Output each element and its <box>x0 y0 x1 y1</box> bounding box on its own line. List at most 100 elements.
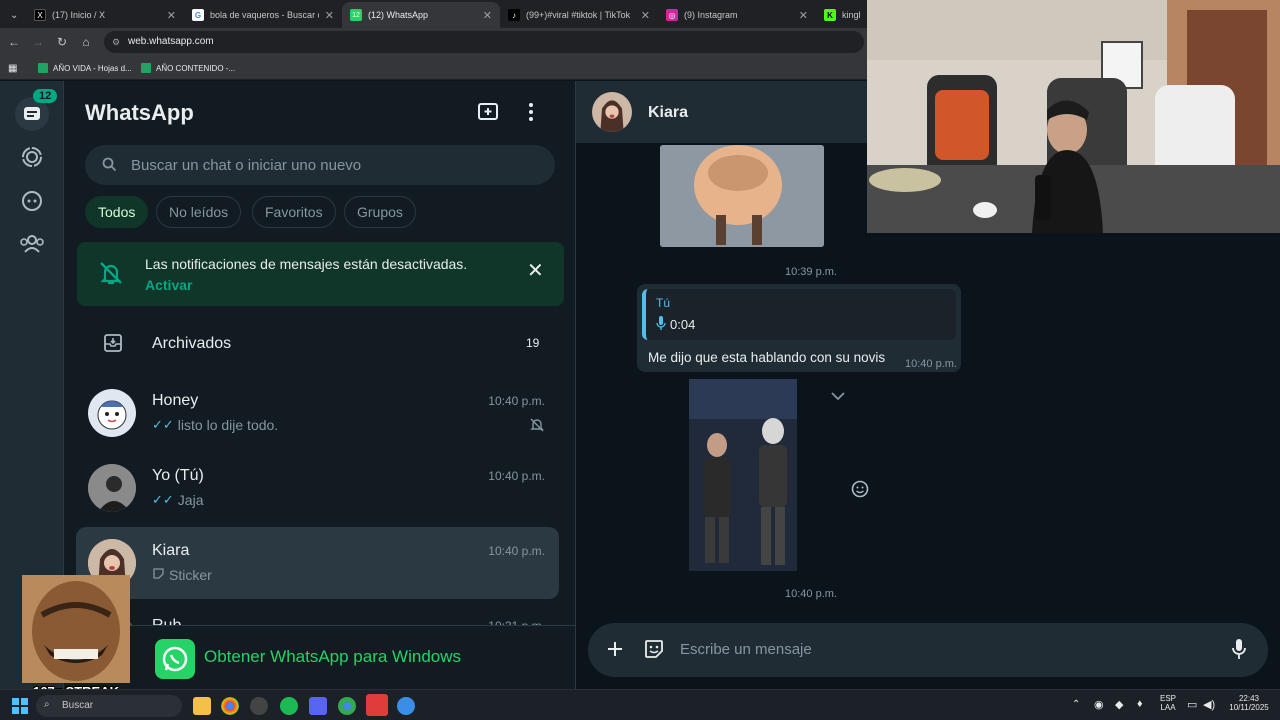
tab-x[interactable]: X (17) Inicio / X ✕ <box>26 2 184 28</box>
filter-grupos[interactable]: Grupos <box>344 196 416 228</box>
sticker-emoji-icon[interactable] <box>643 638 665 665</box>
whatsapp-icon: 12 <box>350 9 362 21</box>
message-time: 10:40 p.m. <box>905 358 957 370</box>
taskbar-search-label: Buscar <box>62 700 94 711</box>
globe-icon[interactable] <box>397 697 415 715</box>
time-separator: 10:39 p.m. <box>779 264 843 280</box>
communities-icon[interactable] <box>17 229 47 259</box>
image-message[interactable] <box>660 145 824 247</box>
audio-duration: 0:04 <box>670 317 696 332</box>
app-title: WhatsApp <box>85 100 194 125</box>
network-icon[interactable]: ▭ <box>1187 698 1197 711</box>
quoted-reply[interactable]: Tú 0:04 <box>642 289 956 340</box>
sheets-icon <box>141 63 151 73</box>
message-bubble[interactable]: Tú 0:04 Me dijo que esta hablando con su… <box>637 284 961 372</box>
chat-row-yo[interactable]: Yo (Tú) 10:40 p.m. ✓✓ Jaja <box>76 452 559 524</box>
chat-time: 10:40 p.m. <box>488 469 545 483</box>
file-explorer-icon[interactable] <box>193 697 211 715</box>
spotify-icon[interactable] <box>280 697 298 715</box>
url-text: web.whatsapp.com <box>128 36 214 47</box>
chat-name: Honey <box>152 392 199 409</box>
tab-instagram[interactable]: ◎ (9) Instagram ✕ <box>658 2 816 28</box>
activate-link[interactable]: Activar <box>145 277 192 293</box>
sheets-icon <box>38 63 48 73</box>
tab-whatsapp[interactable]: 12 (12) WhatsApp ✕ <box>342 2 500 28</box>
status-icon[interactable] <box>17 142 47 172</box>
tab-kick[interactable]: K kingleo <box>816 2 868 28</box>
archived-label: Archivados <box>152 335 232 352</box>
contact-name: Kiara <box>648 104 689 121</box>
archive-icon <box>103 333 123 358</box>
tab-search-button[interactable]: ⌄ <box>2 2 24 28</box>
menu-icon[interactable] <box>528 102 544 124</box>
obs-icon[interactable] <box>250 697 268 715</box>
close-icon[interactable]: ✕ <box>167 9 176 22</box>
attach-plus-icon[interactable] <box>606 640 624 663</box>
quoted-author: Tú <box>656 296 671 310</box>
avatar <box>88 389 136 437</box>
close-icon[interactable]: ✕ <box>325 9 334 22</box>
channels-icon[interactable] <box>17 186 47 216</box>
home-icon[interactable]: ⌂ <box>78 34 94 50</box>
bookmark-item[interactable]: AÑO CONTENIDO -... <box>141 60 235 76</box>
taskbar-search[interactable]: ⌕ Buscar <box>36 695 182 717</box>
filter-no-leidos[interactable]: No leídos <box>156 196 242 228</box>
video-message[interactable] <box>689 379 797 571</box>
tiktok-icon: ♪ <box>508 9 520 21</box>
volume-icon[interactable]: ◀) <box>1203 698 1215 711</box>
message-composer[interactable]: Escribe un mensaje <box>588 623 1268 677</box>
chat-row-kiara[interactable]: Kiara 10:40 p.m. Sticker <box>76 527 559 599</box>
streak-overlay: 167x STREAK <box>22 575 130 700</box>
new-chat-icon[interactable] <box>477 102 501 124</box>
chat-preview-text: listo lo dije todo. <box>177 417 279 433</box>
browser-icon[interactable] <box>338 697 356 715</box>
search-input[interactable]: Buscar un chat o iniciar uno nuevo <box>85 145 555 185</box>
site-info-icon[interactable]: ⚙ <box>112 31 120 53</box>
search-icon: ⌕ <box>44 699 50 710</box>
message-input[interactable]: Escribe un mensaje <box>680 641 812 658</box>
chat-preview-text: Jaja <box>177 492 204 508</box>
filter-todos[interactable]: Todos <box>85 196 149 228</box>
filter-favoritos[interactable]: Favoritos <box>252 196 336 228</box>
unread-badge: 12 <box>33 89 58 103</box>
emoji-reaction-icon[interactable] <box>851 480 869 503</box>
tab-google[interactable]: G bola de vaqueros - Buscar con Google ✕ <box>184 2 342 28</box>
forward-icon[interactable]: → <box>30 34 46 50</box>
close-icon[interactable]: ✕ <box>799 9 808 22</box>
reload-icon[interactable]: ↻ <box>54 34 70 50</box>
x-icon: X <box>34 9 46 21</box>
apps-grid-icon[interactable]: ▦ <box>8 60 17 76</box>
tray-app-icon[interactable]: ◆ <box>1115 698 1123 711</box>
discord-icon[interactable] <box>309 697 327 715</box>
bookmark-item[interactable]: AÑO VIDA - Hojas d... <box>38 60 132 76</box>
get-app-banner[interactable]: Obtener WhatsApp para Windows <box>64 625 575 689</box>
app-icon[interactable] <box>366 694 388 716</box>
tray-app-icon[interactable]: ◉ <box>1094 698 1104 711</box>
language-indicator[interactable]: ESP LAA <box>1158 694 1178 712</box>
streak-avatar <box>22 575 130 683</box>
chat-preview-text: Sticker <box>169 567 212 583</box>
back-icon[interactable]: ← <box>6 34 22 50</box>
contact-avatar[interactable] <box>592 92 632 132</box>
chevron-down-icon[interactable] <box>830 388 846 406</box>
archived-row[interactable]: Archivados 19 <box>64 317 575 369</box>
close-icon[interactable]: ✕ <box>641 9 650 22</box>
chevron-up-icon[interactable]: ⌃ <box>1072 699 1080 710</box>
bookmark-label: AÑO VIDA - Hojas d... <box>53 63 132 73</box>
chat-time: 10:40 p.m. <box>488 544 545 558</box>
clock[interactable]: 22:43 10/11/2025 <box>1224 694 1274 712</box>
tab-tiktok[interactable]: ♪ (99+)#viral #tiktok | TikTok ✕ <box>500 2 658 28</box>
chrome-icon[interactable] <box>221 697 239 715</box>
windows-start-icon[interactable] <box>12 698 28 719</box>
tab-label: (12) WhatsApp <box>368 10 429 20</box>
chat-row-honey[interactable]: Honey 10:40 p.m. ✓✓ listo lo dije todo. <box>76 377 559 449</box>
avatar <box>88 464 136 512</box>
url-field[interactable]: ⚙ web.whatsapp.com <box>104 31 864 53</box>
chat-preview: Sticker <box>152 567 212 583</box>
microphone-icon[interactable] <box>1232 638 1246 665</box>
close-icon[interactable]: ✕ <box>483 9 492 22</box>
search-icon <box>102 157 117 177</box>
close-icon[interactable]: ✕ <box>527 258 544 283</box>
whatsapp-logo-icon <box>155 639 195 679</box>
microphone-icon[interactable]: ♦ <box>1137 698 1143 710</box>
